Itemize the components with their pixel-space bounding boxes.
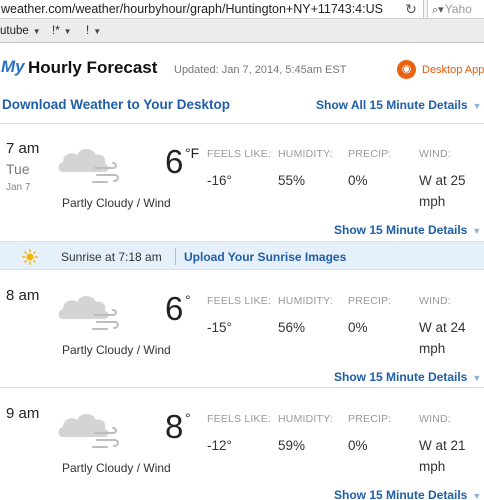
upload-sunrise-images-link[interactable]: Upload Your Sunrise Images [184, 250, 346, 264]
reload-icon[interactable]: ↻ [403, 0, 419, 18]
chevron-down-icon: ▼ [472, 373, 482, 383]
updated-timestamp: Updated: Jan 7, 2014, 5:45am EST [174, 64, 347, 76]
precip-value: 0% [348, 173, 368, 188]
sunrise-bar: Sunrise at 7:18 am Upload Your Sunrise I… [0, 241, 484, 270]
hour-time: 9 am [6, 405, 40, 422]
hour-time: 7 am [6, 140, 40, 157]
show-all-15-minute-link[interactable]: Show All 15 Minute Details ▼ [316, 98, 482, 112]
hour-time: 8 am [6, 287, 40, 304]
partly-cloudy-wind-icon [58, 149, 119, 183]
humidity-label: HUMIDITY: [278, 413, 333, 425]
page-title: Hourly Forecast [28, 58, 158, 77]
logo[interactable]: My [1, 57, 25, 77]
humidity-label: HUMIDITY: [278, 295, 333, 307]
hour-date: Jan 7 [6, 182, 31, 193]
wind-value: W at 24 mph [419, 320, 466, 356]
chevron-down-icon: ▼ [472, 226, 482, 236]
wind-label: WIND: [419, 295, 451, 307]
chevron-down-icon: ▼ [472, 491, 482, 500]
feels-like-value: -12° [207, 438, 232, 453]
divider [0, 387, 484, 388]
search-placeholder: Yaho [444, 2, 472, 16]
search-input[interactable]: ⌕▾Yaho [427, 0, 484, 18]
wind-value: W at 21 mph [419, 438, 466, 474]
hour-temperature: 6 [165, 143, 184, 180]
download-weather-link[interactable]: Download Weather to Your Desktop [2, 97, 230, 112]
precip-value: 0% [348, 438, 368, 453]
wind-label: WIND: [419, 148, 451, 160]
hour-condition: Partly Cloudy / Wind [62, 343, 171, 357]
precip-value: 0% [348, 320, 368, 335]
show-15-minute-link[interactable]: Show 15 Minute Details ▼ [334, 370, 481, 384]
chevron-down-icon: ▼ [472, 101, 482, 111]
show-15-minute-link[interactable]: Show 15 Minute Details ▼ [334, 488, 481, 500]
hour-temperature: 8 [165, 408, 184, 445]
wind-value: W at 25 mph [419, 173, 466, 209]
hour-temperature: 6 [165, 290, 184, 327]
feels-like-value: -15° [207, 320, 232, 335]
bookmark-youtube[interactable]: utube ▼ [0, 19, 41, 44]
humidity-value: 55% [278, 173, 306, 188]
page-header: My Hourly Forecast Updated: Jan 7, 2014,… [0, 55, 484, 85]
partly-cloudy-wind-icon [58, 414, 119, 448]
hour-row: 8 am Partly Cloudy / Wind 6 ° FEELS LIKE… [0, 287, 484, 407]
search-icon: ⌕▾ [432, 4, 444, 16]
precip-label: PRECIP: [348, 148, 392, 160]
browser-toolbar: weather.com/weather/hourbyhour/graph/Hun… [0, 0, 484, 19]
hour-temperature-unit: °F [185, 145, 200, 161]
chevron-down-icon: ▼ [32, 27, 41, 36]
hour-row: 9 am Partly Cloudy / Wind 8 ° FEELS LIKE… [0, 405, 484, 500]
humidity-value: 56% [278, 320, 306, 335]
hour-condition: Partly Cloudy / Wind [62, 461, 171, 475]
feels-like-label: FEELS LIKE: [207, 148, 272, 160]
precip-label: PRECIP: [348, 295, 392, 307]
divider [0, 123, 484, 124]
humidity-label: HUMIDITY: [278, 148, 333, 160]
feels-like-value: -16° [207, 173, 232, 188]
precip-label: PRECIP: [348, 413, 392, 425]
chevron-down-icon: ▼ [63, 27, 72, 36]
desktop-app-link[interactable]: Desktop App [422, 64, 484, 76]
partly-cloudy-wind-icon [58, 296, 119, 330]
sunrise-time: Sunrise at 7:18 am [61, 250, 162, 264]
address-bar[interactable]: weather.com/weather/hourbyhour/graph/Hun… [0, 0, 424, 18]
hour-temperature-unit: ° [185, 410, 191, 426]
divider [175, 248, 176, 265]
desktop-app-icon[interactable]: ◉ [397, 60, 416, 79]
chevron-down-icon: ▼ [93, 27, 102, 36]
wind-label: WIND: [419, 413, 451, 425]
hour-day: Tue [6, 161, 30, 177]
bookmarks-bar: utube ▼ !* ▼ ! ▼ [0, 19, 484, 43]
hour-temperature-unit: ° [185, 292, 191, 308]
humidity-value: 59% [278, 438, 306, 453]
bookmark-folder-2[interactable]: ! ▼ [86, 19, 101, 44]
show-15-minute-link[interactable]: Show 15 Minute Details ▼ [334, 223, 481, 237]
hour-condition: Partly Cloudy / Wind [62, 196, 171, 210]
sun-icon [22, 249, 38, 265]
feels-like-label: FEELS LIKE: [207, 295, 272, 307]
bookmark-folder-1[interactable]: !* ▼ [52, 19, 72, 44]
feels-like-label: FEELS LIKE: [207, 413, 272, 425]
